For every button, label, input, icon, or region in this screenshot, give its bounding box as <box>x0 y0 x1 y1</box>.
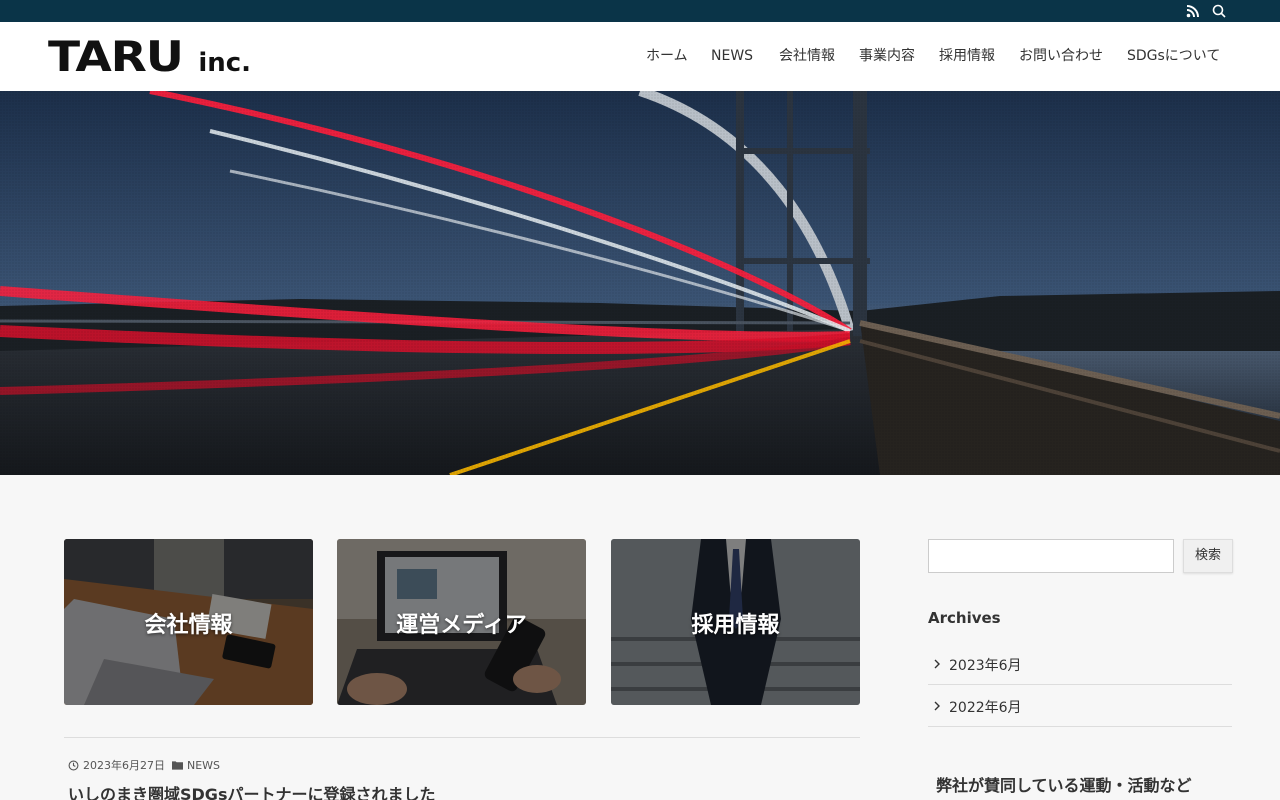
clock-icon <box>68 760 79 771</box>
logo-main: TARU <box>48 32 184 81</box>
card-media[interactable]: 運営メディア <box>337 539 586 705</box>
post-meta: 2023年6月27日 NEWS <box>68 757 220 773</box>
chevron-right-icon <box>933 700 941 716</box>
archive-item-label: 2022年6月 <box>949 700 1022 716</box>
post-category[interactable]: NEWS <box>187 759 220 772</box>
nav-sdgs[interactable]: SDGsについて <box>1127 47 1220 65</box>
search-button[interactable]: 検索 <box>1183 539 1233 573</box>
nav-home[interactable]: ホーム <box>646 47 688 65</box>
site-header: TARU inc. ホーム NEWS 会社情報 事業内容 採用情報 お問い合わせ… <box>0 22 1280 91</box>
card-media-label: 運営メディア <box>396 613 527 638</box>
search-icon[interactable] <box>1211 3 1227 19</box>
post-title[interactable]: いしのまき圏域SDGsパートナーに登録されました <box>68 781 435 800</box>
folder-icon <box>172 760 183 770</box>
archives-title: Archives <box>928 609 1001 627</box>
divider <box>64 737 860 738</box>
logo-suffix: inc. <box>198 48 252 78</box>
supported-activities-title: 弊社が賛同している運動・活動など <box>936 776 1192 795</box>
card-company[interactable]: 会社情報 <box>64 539 313 705</box>
archive-item-label: 2023年6月 <box>949 658 1022 674</box>
card-recruit-label: 採用情報 <box>691 613 780 638</box>
nav-news[interactable]: NEWS <box>711 47 753 65</box>
site-logo[interactable]: TARU inc. <box>48 35 251 79</box>
search-input[interactable] <box>928 539 1174 573</box>
post-date: 2023年6月27日 <box>83 759 165 772</box>
hero-image <box>0 91 1280 475</box>
card-recruit[interactable]: 採用情報 <box>611 539 860 705</box>
card-company-label: 会社情報 <box>144 613 233 638</box>
nav-business[interactable]: 事業内容 <box>859 47 915 65</box>
chevron-right-icon <box>933 658 941 674</box>
main-nav: ホーム NEWS 会社情報 事業内容 採用情報 お問い合わせ SDGsについて <box>620 22 1280 91</box>
archive-item[interactable]: 2022年6月 <box>928 685 1232 727</box>
rss-icon[interactable] <box>1185 3 1201 19</box>
archive-item[interactable]: 2023年6月 <box>928 643 1232 685</box>
category-cards: 会社情報 運営メディア 採用情報 <box>64 539 860 705</box>
nav-company[interactable]: 会社情報 <box>779 47 835 65</box>
top-bar <box>0 0 1280 22</box>
nav-recruit[interactable]: 採用情報 <box>939 47 995 65</box>
nav-contact[interactable]: お問い合わせ <box>1019 47 1103 65</box>
